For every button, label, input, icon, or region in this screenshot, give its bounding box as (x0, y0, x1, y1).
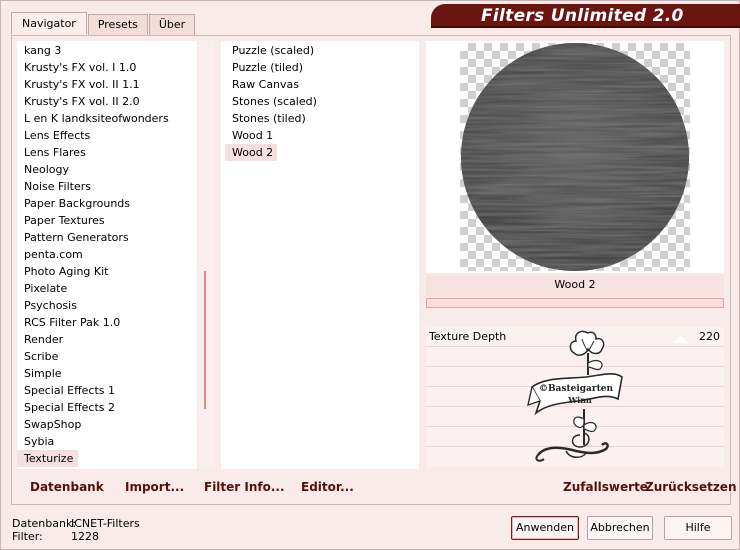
import-button[interactable]: Import... (125, 480, 184, 494)
status-database-value: ICNET-Filters (71, 517, 140, 530)
status-filter-label: Filter: (12, 530, 43, 543)
category-item[interactable]: Paper Backgrounds (17, 195, 197, 212)
category-item[interactable]: penta.com (17, 246, 197, 263)
filter-item[interactable]: Stones (tiled) (221, 110, 419, 127)
status-database-label: Datenbank: (12, 517, 77, 530)
tab-bar: Navigator Presets Über (11, 12, 196, 35)
category-item[interactable]: Krusty's FX vol. I 1.0 (17, 59, 197, 76)
category-item[interactable]: Special Effects 1 (17, 382, 197, 399)
category-item[interactable]: Krusty's FX vol. II 1.1 (17, 76, 197, 93)
filters-unlimited-window: Navigator Presets Über Filters Unlimited… (0, 0, 740, 550)
category-item[interactable]: L en K landksiteofwonders (17, 110, 197, 127)
title-banner: Filters Unlimited 2.0 (431, 4, 740, 28)
watermark-stamp: ©Basteigarten Winn (527, 330, 623, 462)
app-title: Filters Unlimited 2.0 (481, 6, 684, 26)
category-item[interactable]: Pixelate (17, 280, 197, 297)
status-database: Datenbank:ICNET-Filters (12, 517, 140, 530)
category-scrollbar[interactable] (198, 41, 215, 469)
param-texture-depth-label: Texture Depth (429, 330, 507, 343)
filter-list[interactable]: Puzzle (scaled) Puzzle (tiled) Raw Canvas S… (221, 41, 419, 469)
filter-item[interactable]: Wood 2 (225, 144, 278, 161)
category-scrollbar-thumb[interactable] (204, 271, 206, 409)
filter-item[interactable]: Wood 1 (221, 127, 419, 144)
category-list-items: kang 3 Krusty's FX vol. I 1.0 Krusty's FX … (17, 41, 197, 467)
preview-transparency-grid (460, 43, 690, 271)
progress-bar (426, 298, 724, 308)
category-item[interactable]: Photo Aging Kit (17, 263, 197, 280)
category-item[interactable]: SwapShop (17, 416, 197, 433)
category-item[interactable]: Noise Filters (17, 178, 197, 195)
category-item[interactable]: Lens Effects (17, 127, 197, 144)
watermark-line-1: ©Basteigarten (539, 384, 614, 394)
category-item[interactable]: Render (17, 331, 197, 348)
category-item[interactable]: Sybia (17, 433, 197, 450)
category-item[interactable]: Psychosis (17, 297, 197, 314)
filter-info-button[interactable]: Filter Info... (204, 480, 285, 494)
category-list[interactable]: kang 3 Krusty's FX vol. I 1.0 Krusty's FX … (17, 41, 197, 469)
status-filter-count: Filter: 1228 (12, 530, 99, 543)
editor-button[interactable]: Editor... (301, 480, 354, 494)
preview-area (426, 41, 724, 273)
category-item[interactable]: Paper Textures (17, 212, 197, 229)
category-item[interactable]: kang 3 (17, 42, 197, 59)
filter-item[interactable]: Puzzle (scaled) (221, 42, 419, 59)
filter-item[interactable]: Puzzle (tiled) (221, 59, 419, 76)
cancel-button[interactable]: Abbrechen (587, 516, 653, 540)
filter-item[interactable]: Raw Canvas (221, 76, 419, 93)
watermark-line-2: Winn (567, 395, 592, 405)
status-filter-value: 1228 (71, 530, 99, 543)
category-item[interactable]: Scribe (17, 348, 197, 365)
preview-image (461, 43, 689, 271)
help-button[interactable]: Hilfe (664, 516, 732, 540)
category-item[interactable]: Texturize (17, 450, 79, 467)
filter-list-items: Puzzle (scaled) Puzzle (tiled) Raw Canvas S… (221, 41, 419, 161)
category-item[interactable]: Krusty's FX vol. II 2.0 (17, 93, 197, 110)
preview-filter-name: Wood 2 (426, 275, 724, 297)
param-texture-depth-value: 220 (699, 330, 720, 343)
apply-button[interactable]: Anwenden (511, 516, 579, 540)
category-item[interactable]: Special Effects 2 (17, 399, 197, 416)
tab-navigator[interactable]: Navigator (11, 12, 87, 34)
category-item[interactable]: Simple (17, 365, 197, 382)
parameter-panel: Texture Depth 220 ©Basteigarten Winn (426, 327, 724, 467)
tab-presets[interactable]: Presets (87, 14, 148, 35)
category-item[interactable]: Pattern Generators (17, 229, 197, 246)
param-texture-depth-slider[interactable] (674, 335, 688, 343)
filter-item[interactable]: Stones (scaled) (221, 93, 419, 110)
reset-button[interactable]: Zurücksetzen (645, 480, 736, 494)
category-item[interactable]: Neology (17, 161, 197, 178)
random-values-button[interactable]: Zufallswerte (563, 480, 648, 494)
category-item[interactable]: RCS Filter Pak 1.0 (17, 314, 197, 331)
tab-about[interactable]: Über (148, 14, 196, 35)
category-item[interactable]: Lens Flares (17, 144, 197, 161)
database-button[interactable]: Datenbank (30, 480, 104, 494)
